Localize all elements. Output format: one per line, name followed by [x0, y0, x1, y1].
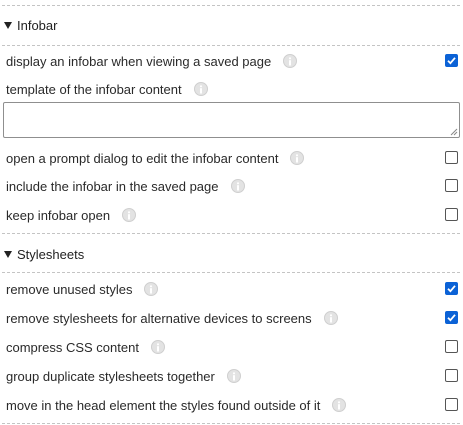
options-panel: Infobar display an infobar when viewing … [0, 0, 463, 425]
option-label: include the infobar in the saved page [6, 178, 219, 194]
option-compress-css: compress CSS content [6, 337, 458, 357]
section-header-infobar[interactable]: Infobar [4, 15, 57, 35]
include-infobar-checkbox[interactable] [445, 179, 458, 192]
triangle-down-icon [4, 251, 12, 258]
option-include-infobar: include the infobar in the saved page [6, 176, 458, 196]
info-icon[interactable] [332, 398, 347, 412]
remove-unused-styles-checkbox[interactable] [445, 282, 458, 295]
info-icon[interactable] [283, 54, 298, 68]
option-label: open a prompt dialog to edit the infobar… [6, 150, 279, 166]
section-title-stylesheets: Stylesheets [17, 246, 85, 262]
triangle-down-icon [4, 22, 12, 29]
info-icon[interactable] [122, 208, 137, 222]
option-display-infobar: display an infobar when viewing a saved … [6, 51, 458, 71]
option-label: remove stylesheets for alternative devic… [6, 310, 312, 326]
section-header-stylesheets[interactable]: Stylesheets [4, 244, 84, 264]
info-icon[interactable] [290, 151, 305, 165]
option-infobar-template: template of the infobar content [6, 79, 458, 99]
divider [2, 423, 460, 424]
divider [2, 45, 460, 46]
option-label: compress CSS content [6, 339, 139, 355]
infobar-template-textarea[interactable] [3, 102, 460, 138]
option-label: move in the head element the styles foun… [6, 397, 321, 413]
keep-infobar-open-checkbox[interactable] [445, 208, 458, 221]
option-remove-alt-stylesheets: remove stylesheets for alternative devic… [6, 308, 458, 328]
display-infobar-checkbox[interactable] [445, 54, 458, 67]
divider [2, 233, 460, 234]
info-icon[interactable] [150, 340, 165, 354]
move-styles-to-head-checkbox[interactable] [445, 398, 458, 411]
option-label: display an infobar when viewing a saved … [6, 53, 272, 69]
info-icon[interactable] [144, 282, 159, 296]
group-duplicate-stylesheets-checkbox[interactable] [445, 369, 458, 382]
divider [2, 5, 460, 6]
prompt-dialog-checkbox[interactable] [445, 151, 458, 164]
remove-alt-stylesheets-checkbox[interactable] [445, 311, 458, 324]
section-title-infobar: Infobar [17, 17, 58, 33]
info-icon[interactable] [323, 311, 338, 325]
divider [2, 272, 460, 273]
info-icon[interactable] [230, 179, 245, 193]
option-prompt-dialog: open a prompt dialog to edit the infobar… [6, 148, 458, 168]
option-keep-infobar-open: keep infobar open [6, 205, 458, 225]
info-icon[interactable] [226, 369, 241, 383]
option-group-duplicate-stylesheets: group duplicate stylesheets together [6, 366, 458, 386]
info-icon[interactable] [193, 82, 208, 96]
compress-css-checkbox[interactable] [445, 340, 458, 353]
resize-grip-icon[interactable] [450, 128, 458, 136]
option-label: keep infobar open [6, 207, 111, 223]
option-label: template of the infobar content [6, 81, 182, 97]
option-remove-unused-styles: remove unused styles [6, 279, 458, 299]
option-label: group duplicate stylesheets together [6, 368, 215, 384]
option-move-styles-to-head: move in the head element the styles foun… [6, 395, 458, 415]
option-label: remove unused styles [6, 281, 133, 297]
